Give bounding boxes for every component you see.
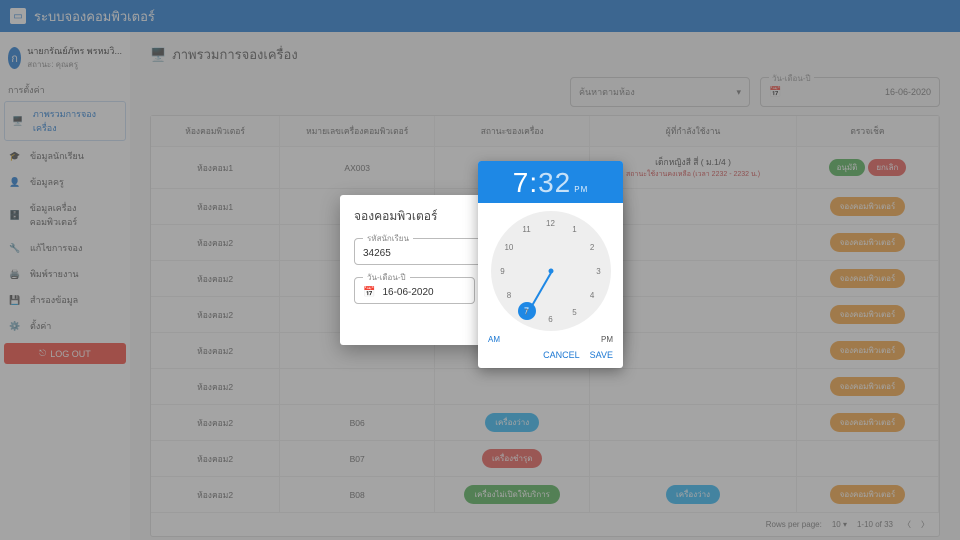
- picker-hour[interactable]: 7: [513, 167, 530, 198]
- clock-number[interactable]: 8: [501, 287, 517, 303]
- time-picker-header: 7:32PM: [478, 161, 623, 203]
- clock-number[interactable]: 2: [584, 239, 600, 255]
- field-label: รหัสนักเรียน: [363, 232, 413, 245]
- field-value: 34265: [363, 248, 391, 259]
- picker-period: PM: [574, 185, 588, 194]
- clock-number[interactable]: 12: [543, 215, 559, 231]
- picker-minute[interactable]: 32: [538, 167, 571, 198]
- clock-number[interactable]: 9: [495, 263, 511, 279]
- reserve-modal: จองคอมพิวเตอร์ รหัสนักเรียน 34265 วัน-เด…: [340, 195, 620, 345]
- clock-number[interactable]: 4: [584, 287, 600, 303]
- modal-overlay[interactable]: จองคอมพิวเตอร์ รหัสนักเรียน 34265 วัน-เด…: [0, 0, 960, 540]
- clock-number[interactable]: 1: [567, 221, 583, 237]
- field-value: 16-06-2020: [382, 287, 433, 298]
- pm-button[interactable]: PM: [601, 335, 613, 344]
- picker-cancel-button[interactable]: CANCEL: [543, 350, 580, 360]
- clock-number[interactable]: 10: [501, 239, 517, 255]
- clock-face[interactable]: 7 121234567891011: [491, 211, 611, 331]
- clock-number[interactable]: 6: [543, 311, 559, 327]
- clock-number[interactable]: 3: [591, 263, 607, 279]
- clock-number[interactable]: 7: [519, 305, 535, 321]
- modal-date-field[interactable]: วัน-เดือน-ปี 16-06-2020: [354, 277, 475, 304]
- clock-number[interactable]: 11: [519, 221, 535, 237]
- field-label: วัน-เดือน-ปี: [363, 271, 410, 284]
- calendar-icon: [363, 287, 378, 298]
- am-button[interactable]: AM: [488, 335, 500, 344]
- time-picker: 7:32PM 7 121234567891011 AM PM CANCEL SA…: [478, 161, 623, 368]
- clock-number[interactable]: 5: [567, 305, 583, 321]
- picker-save-button[interactable]: SAVE: [590, 350, 613, 360]
